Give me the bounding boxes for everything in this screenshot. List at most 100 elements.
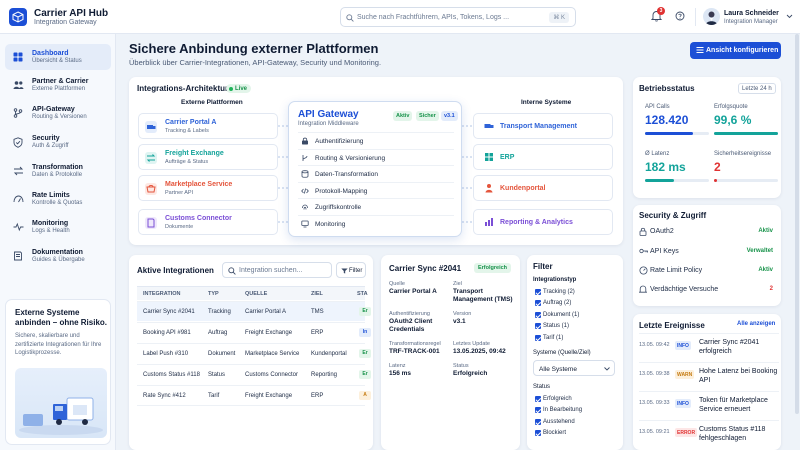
truck-illustration — [15, 368, 107, 438]
kpi-bar-fill — [645, 179, 674, 182]
filter-checkbox[interactable] — [535, 430, 541, 436]
code-icon — [301, 188, 309, 194]
integration-search-input[interactable]: Integration suchen... — [222, 262, 332, 278]
internal-system-portal[interactable]: Kundenportal — [473, 175, 613, 201]
external-platform-carrier-portal[interactable]: Carrier Portal A Tracking & Labels — [138, 113, 278, 139]
integrations-title: Aktive Integrationen — [137, 266, 214, 275]
bell-icon — [639, 285, 647, 293]
show-all-link[interactable]: Alle anzeigen — [737, 321, 775, 327]
filter-checkbox[interactable] — [535, 419, 541, 425]
sidebar-item-sub: Externe Plattformen — [32, 86, 86, 92]
database-icon — [301, 170, 309, 178]
users-icon — [13, 81, 24, 89]
sidebar-item-monitoring[interactable]: Monitoring Logs & Health — [5, 214, 111, 240]
configure-view-button[interactable]: Ansicht konfigurieren — [690, 42, 781, 59]
sidebar-item-label: API-Gateway — [32, 106, 75, 113]
event-item[interactable]: 13.05. 09:38 WARN Hohe Latenz bei Bookin… — [639, 362, 779, 390]
column-header: ZIEL — [311, 291, 323, 297]
internal-system-erp[interactable]: ERP — [473, 144, 613, 170]
table-row[interactable]: Booking API #981 Auftrag Freight Exchang… — [137, 322, 365, 342]
detail-source: Carrier Portal A — [389, 288, 437, 295]
table-row[interactable]: Rate Sync #412 Tarif Freight Exchange ER… — [137, 385, 365, 405]
avatar[interactable] — [703, 8, 720, 25]
sidebar-item-sub: Übersicht & Status — [32, 58, 82, 64]
sidebar-item-gateway[interactable]: API-Gateway Routing & Versionen — [5, 100, 111, 126]
sidebar-item-label: Dashboard — [32, 50, 69, 57]
security-oauth[interactable]: OAuth2 Aktiv — [639, 224, 773, 240]
column-header: INTEGRATION — [143, 291, 181, 297]
external-platform-customs[interactable]: Customs Connector Dokumente — [138, 209, 278, 235]
security-rate-limit[interactable]: Rate Limit Policy Aktiv — [639, 263, 773, 279]
gauge-icon — [639, 266, 648, 275]
external-sub: Aufträge & Status — [165, 159, 209, 165]
table-row[interactable]: Label Push #310 Dokument Marketplace Ser… — [137, 343, 365, 363]
filter-checkbox[interactable] — [535, 335, 541, 341]
search-placeholder: Suche nach Frachtführern, APIs, Tokens, … — [357, 14, 510, 21]
promo-card: Externe Systeme anbinden – ohne Risiko. … — [5, 299, 111, 445]
status-badge: Er — [359, 307, 371, 316]
sidebar-item-dashboard[interactable]: Dashboard Übersicht & Status — [5, 44, 111, 70]
sidebar-item-transformation[interactable]: Transformation Daten & Protokolle — [5, 158, 111, 184]
app-logo[interactable] — [9, 8, 27, 26]
security-suspicious[interactable]: Verdächtige Versuche 2 — [639, 282, 773, 298]
sidebar-item-label: Rate Limits — [32, 192, 70, 199]
table-row[interactable]: Customs Status #118 Status Customs Conne… — [137, 364, 365, 384]
app-subtitle: Integration Gateway — [34, 19, 97, 26]
sidebar-item-security[interactable]: Security Auth & Zugriff — [5, 129, 111, 155]
status-title: Betriebsstatus — [639, 84, 695, 93]
notification-badge: 3 — [657, 7, 665, 15]
filter-checkbox[interactable] — [535, 407, 541, 413]
security-api-keys[interactable]: API Keys Verwaltet — [639, 244, 773, 260]
filter-checkbox[interactable] — [535, 300, 541, 306]
promo-title: Externe Systeme anbinden – ohne Risiko. — [15, 308, 108, 327]
internal-system-tms[interactable]: Transport Management — [473, 113, 613, 139]
column-header: QUELLE — [245, 291, 268, 297]
api-gateway-card[interactable]: API Gateway Integration Middleware Aktiv… — [288, 101, 462, 237]
configure-view-label: Ansicht konfigurieren — [706, 47, 779, 54]
page-scrollbar[interactable] — [795, 34, 799, 414]
external-name: Customs Connector — [165, 215, 232, 222]
search-icon — [228, 267, 236, 275]
filter-button[interactable]: Filter — [336, 262, 366, 278]
filter-checkbox[interactable] — [535, 323, 541, 329]
event-item[interactable]: 13.05. 09:21 ERROR Customs Status #118 f… — [639, 420, 779, 448]
system-select[interactable]: Alle Systeme — [533, 360, 615, 376]
external-sub: Dokumente — [165, 224, 194, 230]
kpi-success-rate: Erfolgsquote 99,6 % — [714, 104, 778, 140]
gateway-version: v3.1 — [441, 111, 458, 121]
filter-icon — [341, 268, 348, 274]
event-item[interactable]: 13.05. 09:33 INFO Token für Marketplace … — [639, 391, 779, 419]
sidebar-item-docs[interactable]: Dokumentation Guides & Übergabe — [5, 243, 111, 269]
customs-icon — [145, 217, 157, 229]
external-platform-freight-exchange[interactable]: Freight Exchange Aufträge & Status — [138, 144, 278, 170]
search-shortcut: ⌘ K — [549, 12, 569, 23]
help-icon[interactable] — [675, 11, 685, 21]
sidebar-item-rate-limits[interactable]: Rate Limits Kontrolle & Quotas — [5, 186, 111, 212]
live-badge: Live — [226, 84, 252, 93]
detail-latency: 156 ms — [389, 370, 412, 377]
external-platform-marketplace[interactable]: Marketplace Service Partner API — [138, 175, 278, 201]
pulse-icon — [13, 222, 24, 232]
sidebar-item-partner[interactable]: Partner & Carrier Externe Plattformen — [5, 72, 111, 98]
cube-icon — [12, 11, 24, 23]
global-search[interactable]: Suche nach Frachtführern, APIs, Tokens, … — [340, 7, 576, 27]
detail-updated: 13.05.2025, 09:42 — [453, 348, 506, 355]
chevron-down-icon[interactable] — [786, 14, 793, 19]
user-role: Integration Manager — [724, 19, 778, 25]
filter-checkbox[interactable] — [535, 396, 541, 402]
gateway-function: Zugriffskontrolle — [298, 198, 454, 214]
status-period[interactable]: Letzte 24 h — [738, 83, 776, 94]
column-header: STA — [357, 291, 368, 297]
detail-status-badge: Erfolgreich — [474, 263, 512, 273]
gateway-subtitle: Integration Middleware — [298, 121, 359, 127]
external-name: Carrier Portal A — [165, 119, 217, 126]
filter-checkbox[interactable] — [535, 289, 541, 295]
gauge-icon — [13, 195, 24, 203]
internal-system-reporting[interactable]: Reporting & Analytics — [473, 209, 613, 235]
gateway-function: Monitoring — [298, 215, 454, 231]
filter-checkbox[interactable] — [535, 312, 541, 318]
event-item[interactable]: 13.05. 09:42 INFO Carrier Sync #2041 erf… — [639, 333, 779, 361]
sidebar-item-sub: Auth & Zugriff — [32, 143, 69, 149]
gateway-function: Daten-Transformation — [298, 165, 454, 181]
table-row[interactable]: Carrier Sync #2041 Tracking Carrier Port… — [137, 301, 365, 321]
